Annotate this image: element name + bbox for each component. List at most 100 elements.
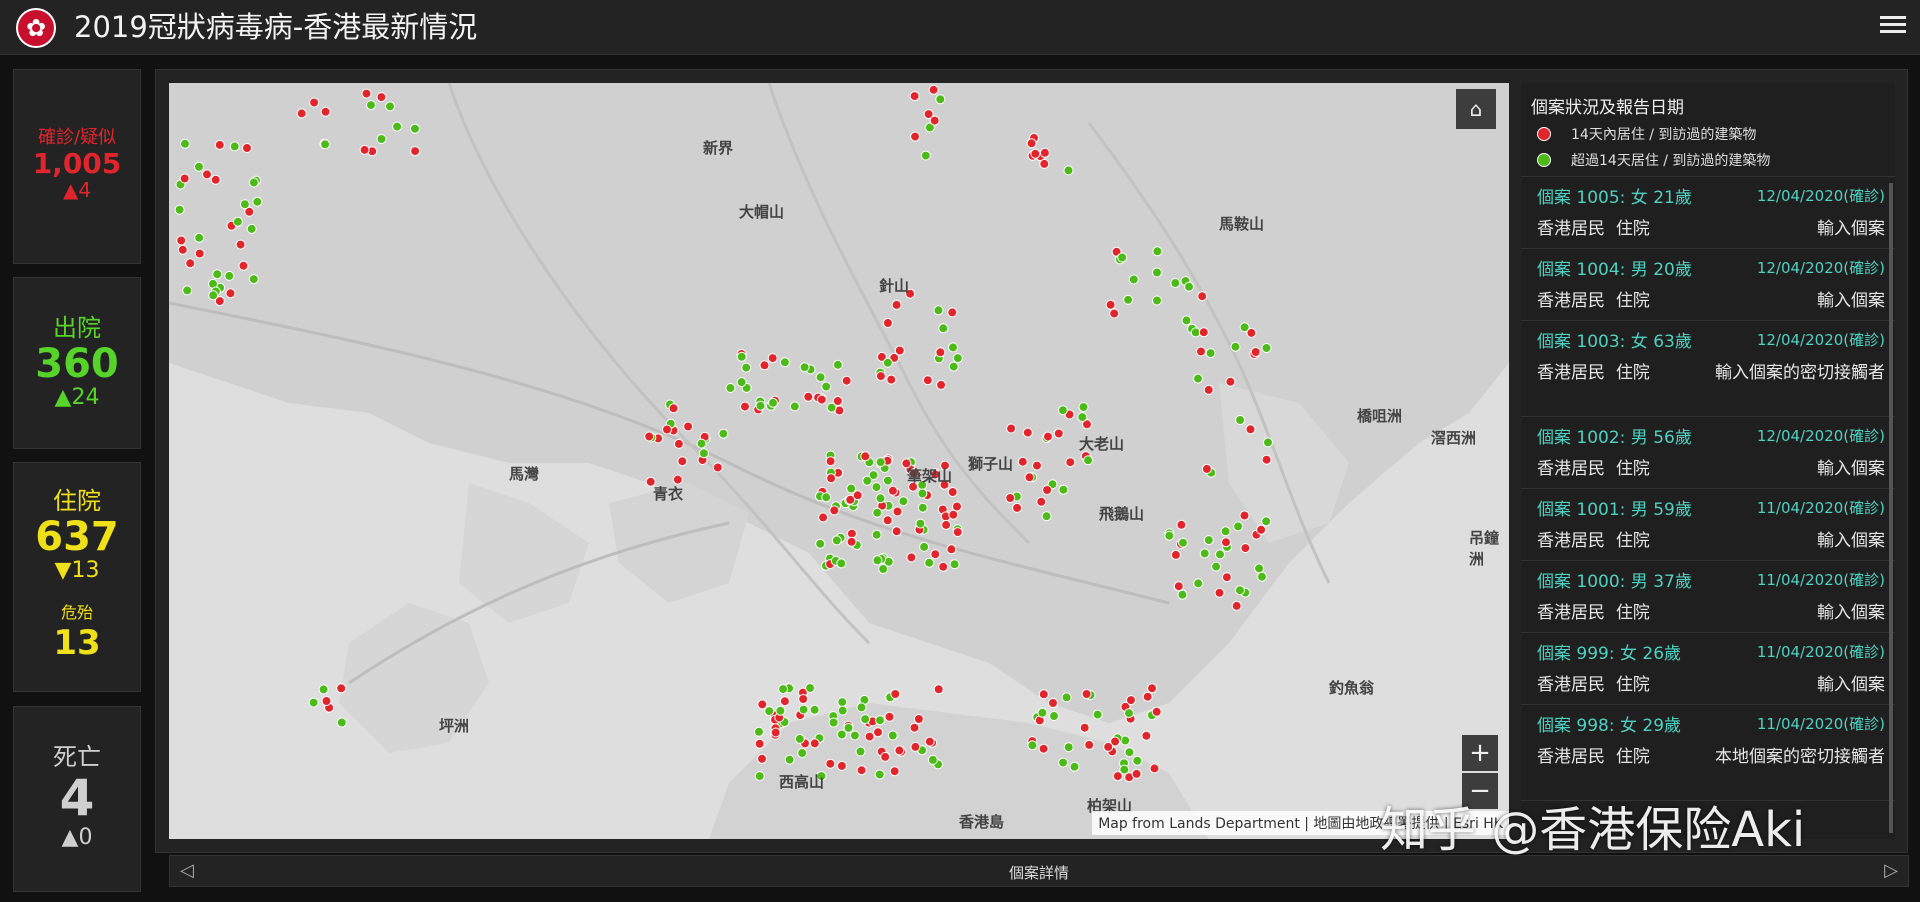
case-marker[interactable] — [825, 758, 836, 769]
case-marker[interactable] — [1039, 158, 1050, 169]
case-marker[interactable] — [875, 715, 885, 726]
case-marker[interactable] — [803, 391, 814, 402]
zoom-in-button[interactable]: + — [1462, 735, 1498, 771]
case-marker[interactable] — [1211, 561, 1222, 572]
case-marker[interactable] — [1027, 740, 1038, 751]
case-marker[interactable] — [948, 342, 958, 353]
case-marker[interactable] — [798, 704, 809, 715]
case-marker[interactable] — [887, 730, 898, 741]
case-marker[interactable] — [1176, 519, 1187, 530]
case-marker[interactable] — [849, 730, 860, 741]
case-marker[interactable] — [1203, 535, 1214, 546]
case-marker[interactable] — [1005, 493, 1016, 503]
case-marker[interactable] — [1131, 768, 1142, 779]
case-marker[interactable] — [919, 541, 930, 552]
case-marker[interactable] — [1124, 747, 1135, 758]
case-marker[interactable] — [860, 714, 871, 725]
case-marker[interactable] — [852, 490, 863, 501]
case-marker[interactable] — [843, 722, 854, 733]
case-marker[interactable] — [826, 402, 837, 413]
case-marker[interactable] — [1058, 484, 1069, 495]
case-marker[interactable] — [248, 274, 259, 285]
case-marker[interactable] — [214, 139, 225, 150]
case-marker[interactable] — [935, 94, 946, 105]
case-marker[interactable] — [1078, 402, 1089, 412]
case-marker[interactable] — [784, 754, 795, 765]
case-marker[interactable] — [878, 564, 889, 574]
case-marker[interactable] — [759, 360, 770, 371]
case-marker[interactable] — [725, 383, 736, 393]
case-marker[interactable] — [1164, 530, 1175, 541]
case-marker[interactable] — [818, 512, 829, 523]
case-marker[interactable] — [837, 705, 848, 716]
case-marker[interactable] — [1026, 138, 1037, 149]
case-marker[interactable] — [779, 696, 790, 707]
case-marker[interactable] — [846, 536, 857, 547]
case-marker[interactable] — [809, 738, 820, 749]
map-view[interactable]: 新界 大帽山 針山 馬鞍山 青衣 馬灣 筆架山 獅子山 大老山 飛鵝山 橋咀洲 … — [169, 83, 1509, 839]
case-marker[interactable] — [232, 216, 243, 227]
case-marker[interactable] — [952, 527, 963, 538]
case-marker[interactable] — [1063, 165, 1074, 176]
case-marker[interactable] — [941, 519, 952, 530]
case-marker[interactable] — [741, 362, 752, 373]
case-marker[interactable] — [841, 375, 852, 386]
case-marker[interactable] — [180, 138, 190, 149]
case-marker[interactable] — [836, 558, 847, 569]
case-marker[interactable] — [1038, 743, 1049, 754]
case-marker[interactable] — [935, 347, 946, 358]
case-marker[interactable] — [1235, 415, 1246, 425]
case-marker[interactable] — [915, 518, 926, 529]
case-marker[interactable] — [359, 144, 370, 155]
case-marker[interactable] — [890, 689, 901, 699]
case-marker[interactable] — [906, 552, 917, 563]
case-marker[interactable] — [740, 401, 750, 412]
case-marker[interactable] — [210, 174, 221, 185]
case-marker[interactable] — [1250, 347, 1261, 357]
case-marker[interactable] — [718, 428, 729, 439]
case-marker[interactable] — [1123, 294, 1134, 305]
case-marker[interactable] — [871, 482, 882, 493]
case-marker[interactable] — [917, 488, 928, 499]
case-marker[interactable] — [1057, 405, 1068, 416]
case-marker[interactable] — [764, 706, 775, 717]
case-marker[interactable] — [1254, 563, 1265, 574]
case-marker[interactable] — [392, 121, 403, 132]
case-marker[interactable] — [898, 496, 909, 507]
case-marker[interactable] — [909, 91, 920, 102]
case-marker[interactable] — [929, 115, 940, 126]
case-marker[interactable] — [889, 766, 900, 777]
case-marker[interactable] — [1126, 695, 1136, 706]
case-marker[interactable] — [884, 711, 895, 722]
case-marker[interactable] — [1092, 709, 1103, 720]
case-marker[interactable] — [770, 727, 781, 738]
case-marker[interactable] — [755, 400, 766, 411]
case-marker[interactable] — [1214, 587, 1225, 598]
case-marker[interactable] — [1152, 267, 1162, 278]
case-marker[interactable] — [176, 235, 187, 246]
case-marker[interactable] — [1193, 578, 1204, 589]
case-marker[interactable] — [837, 697, 848, 708]
case-marker[interactable] — [1221, 537, 1231, 548]
case-marker[interactable] — [239, 199, 250, 210]
case-marker[interactable] — [1049, 711, 1059, 721]
case-marker[interactable] — [882, 475, 893, 486]
case-item[interactable]: 個案 1004: 男 20歲 12/04/2020(確診) 香港居民 住院 輸入個案 — [1521, 249, 1895, 321]
case-marker[interactable] — [1006, 423, 1017, 434]
case-marker[interactable] — [862, 475, 873, 486]
case-marker[interactable] — [318, 684, 329, 695]
case-marker[interactable] — [1041, 511, 1052, 522]
case-marker[interactable] — [922, 375, 933, 386]
case-marker[interactable] — [1048, 698, 1058, 708]
case-marker[interactable] — [930, 549, 941, 560]
case-marker[interactable] — [1084, 739, 1095, 750]
case-marker[interactable] — [882, 318, 893, 328]
case-marker[interactable] — [1245, 424, 1256, 435]
case-marker[interactable] — [938, 561, 949, 572]
case-marker[interactable] — [855, 746, 866, 757]
case-item[interactable]: 個案 1001: 男 59歲 11/04/2020(確診) 香港居民 住院 輸入個案 — [1521, 489, 1895, 561]
case-marker[interactable] — [938, 323, 949, 334]
case-marker[interactable] — [321, 696, 332, 706]
case-marker[interactable] — [1261, 516, 1272, 527]
case-marker[interactable] — [1184, 281, 1194, 292]
